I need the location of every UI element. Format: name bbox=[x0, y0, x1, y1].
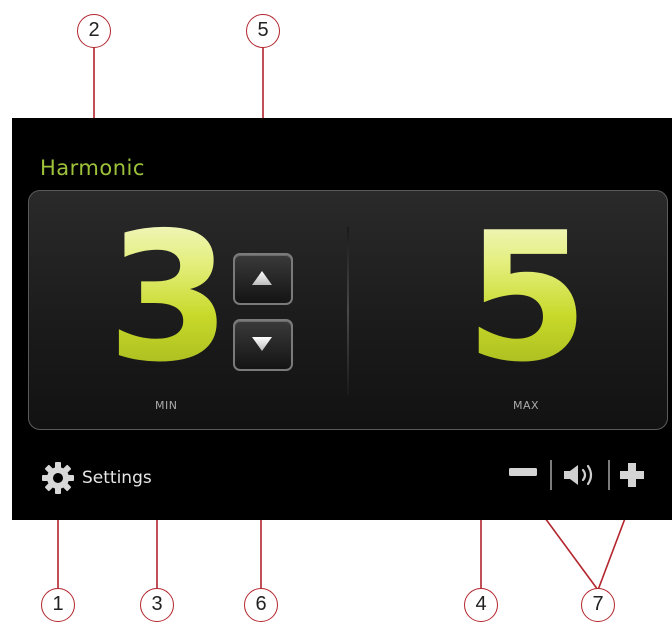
panel-divider bbox=[347, 227, 349, 395]
callout-2: 2 bbox=[77, 14, 111, 48]
settings-button[interactable]: Settings bbox=[40, 460, 152, 496]
settings-label: Settings bbox=[82, 468, 152, 488]
callout-5: 5 bbox=[246, 14, 280, 48]
callout-7: 7 bbox=[581, 588, 615, 622]
max-caption: MAX bbox=[513, 399, 540, 412]
speaker-icon[interactable] bbox=[562, 462, 600, 488]
decrease-button[interactable] bbox=[233, 319, 293, 371]
callout-3: 3 bbox=[140, 588, 174, 622]
callout-4: 4 bbox=[464, 588, 498, 622]
device-screen: Harmonic 3 MIN 5 MAX Settings bbox=[12, 118, 672, 520]
triangle-down-icon bbox=[252, 337, 272, 351]
volume-down-button[interactable] bbox=[508, 466, 538, 478]
range-panel: 3 MIN 5 MAX bbox=[28, 190, 668, 430]
volume-separator bbox=[550, 460, 552, 490]
callout-1: 1 bbox=[41, 588, 75, 622]
max-value: 5 bbox=[465, 194, 589, 401]
min-caption: MIN bbox=[155, 399, 178, 412]
triangle-up-icon bbox=[252, 271, 272, 285]
gear-icon bbox=[42, 462, 74, 494]
increase-button[interactable] bbox=[233, 253, 293, 305]
volume-separator bbox=[608, 460, 610, 490]
callout-6: 6 bbox=[244, 588, 278, 622]
min-value: 3 bbox=[107, 194, 231, 401]
volume-controls bbox=[502, 456, 652, 492]
volume-up-button[interactable] bbox=[619, 462, 645, 488]
mode-title: Harmonic bbox=[40, 156, 145, 180]
